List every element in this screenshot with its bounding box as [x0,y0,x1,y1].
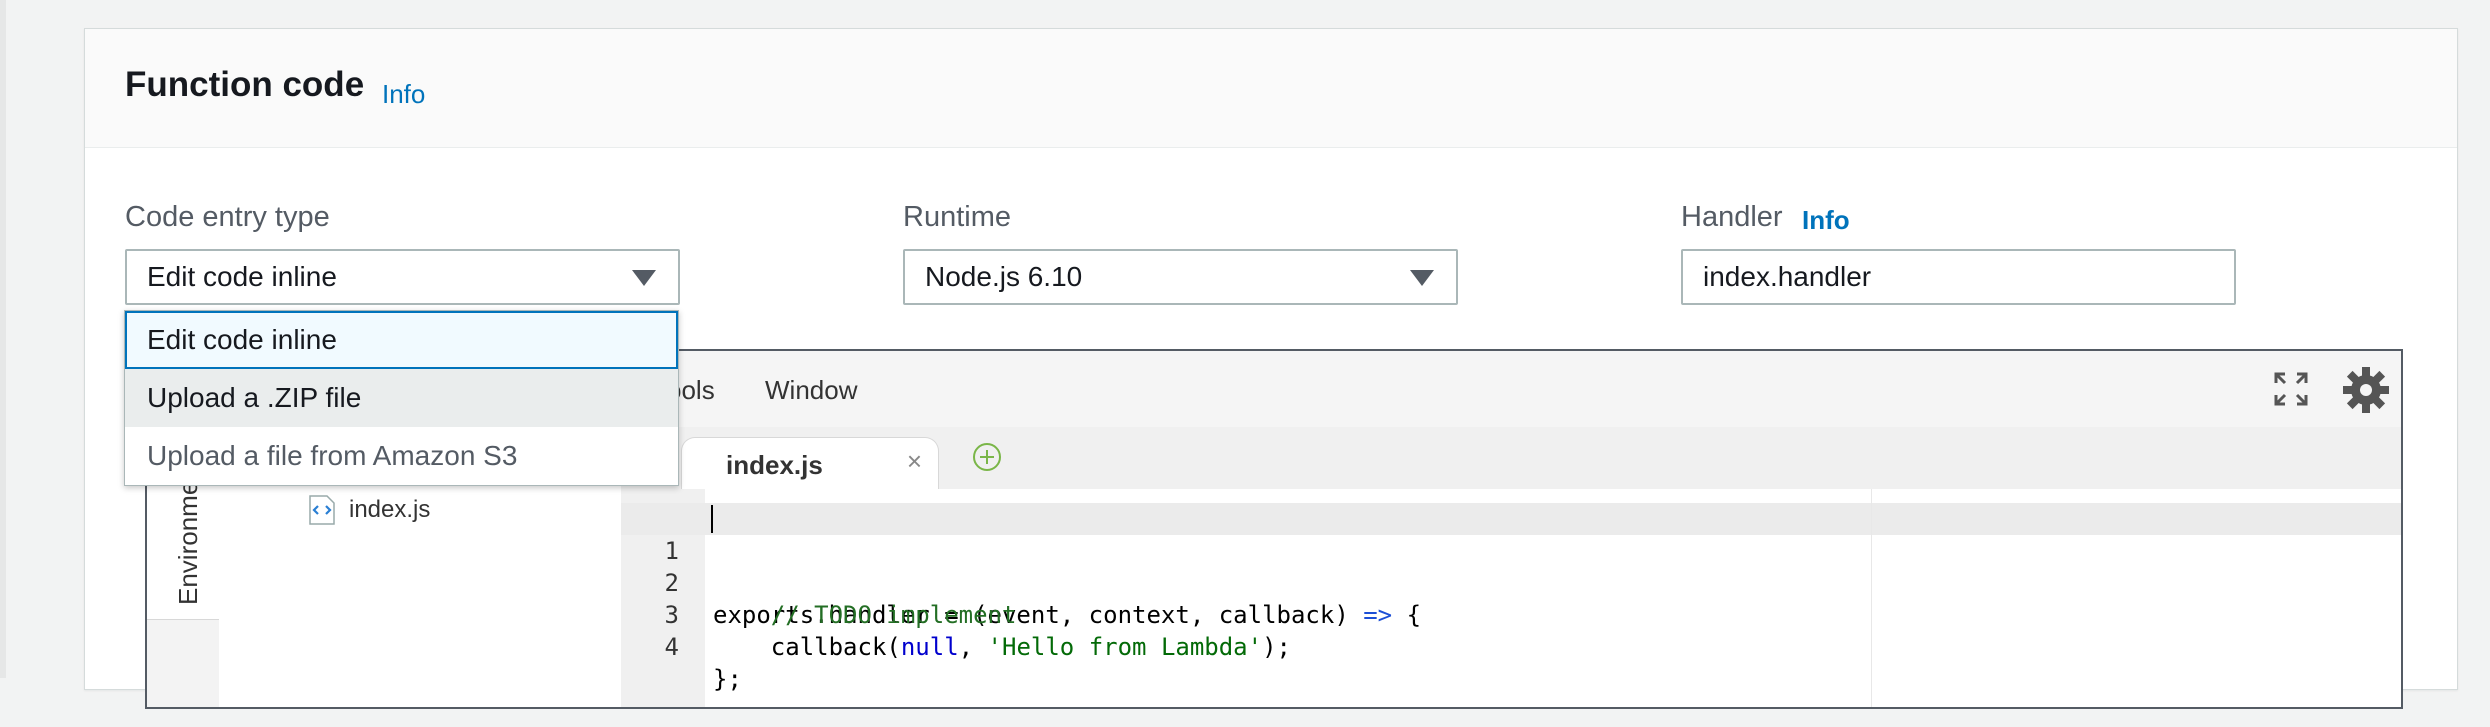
panel-title: Function code [125,65,365,104]
tree-file-name: index.js [349,496,431,523]
handler-info-link[interactable]: Info [1802,205,1850,236]
runtime-select[interactable]: Node.js 6.10 [903,249,1458,305]
handler-label: Handler [1681,201,1783,233]
page-left-edge [0,0,6,678]
code-line: 3 callback(null, 'Hello from Lambda'); [621,567,2401,661]
caret-down-icon [632,270,656,286]
handler-input-value: index.handler [1703,261,1872,292]
code-line: 4 }; [621,599,2401,693]
tab-label: index.js [726,450,823,480]
add-tab-icon[interactable] [971,441,1003,478]
code-entry-type-label: Code entry type [125,201,330,233]
close-icon[interactable]: × [907,446,922,477]
menu-window[interactable]: Window [765,375,857,406]
panel-header: Function code Info [85,29,2457,148]
runtime-label: Runtime [903,201,1011,233]
tab-index-js[interactable]: index.js × [681,437,939,489]
code-entry-type-dropdown: Edit code inline Upload a .ZIP file Uplo… [124,310,679,486]
editor-tabbar: index.js × [621,427,2401,490]
text-cursor [711,505,713,533]
caret-down-icon [1410,270,1434,286]
handler-input[interactable]: index.handler [1681,249,2236,305]
tree-item-index-js[interactable]: index.js [309,495,430,525]
fullscreen-icon[interactable] [2273,371,2309,412]
code-line: 2 // TODO implement [621,535,2401,629]
option-upload-zip[interactable]: Upload a .ZIP file [125,369,678,427]
code-area[interactable]: 1 exports.handler = (event, context, cal… [621,489,2401,707]
code-line-text: callback(null, 'Hello from Lambda'); [713,633,1291,661]
runtime-value: Node.js 6.10 [925,261,1083,292]
option-upload-from-s3[interactable]: Upload a file from Amazon S3 [125,427,678,485]
gear-icon[interactable] [2341,365,2391,420]
js-file-icon [309,495,335,525]
line-number: 4 [664,633,679,661]
code-line-text: }; [713,665,742,693]
option-edit-code-inline[interactable]: Edit code inline [125,311,678,369]
code-line: 1 exports.handler = (event, context, cal… [621,503,2401,629]
code-entry-type-value: Edit code inline [147,261,337,292]
title-info-link[interactable]: Info [382,79,425,110]
code-entry-type-select[interactable]: Edit code inline [125,249,680,305]
